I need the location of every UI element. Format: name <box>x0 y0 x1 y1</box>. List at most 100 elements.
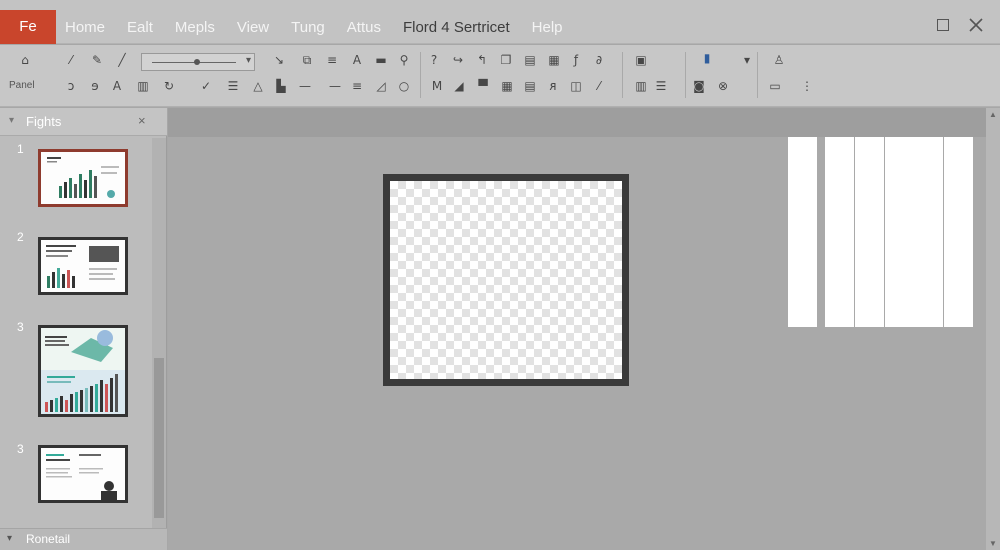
menu-item-tung[interactable]: Tung <box>291 19 325 36</box>
slides-pane: ▾ Fights × 1 2 3 3 ▾ Ronetail <box>0 108 167 550</box>
frame-icon[interactable]: ▣ <box>634 53 648 67</box>
grid-icon[interactable]: ▦ <box>547 53 561 67</box>
slides-pane-title: Fights <box>26 114 62 129</box>
scroll-down-icon[interactable]: ▼ <box>989 539 997 548</box>
shape-icon[interactable]: △ <box>251 79 265 93</box>
slides-pane-header: ▾ Fights × <box>0 108 167 136</box>
pencil-icon[interactable]: ✎ <box>90 53 104 67</box>
slides-pane-footer: ▾ Ronetail <box>0 528 167 550</box>
table2-icon[interactable]: ▦ <box>500 79 514 93</box>
slider-thumb[interactable] <box>194 59 200 65</box>
undo-icon[interactable]: ↄ <box>64 79 78 93</box>
chart-icon[interactable]: ▥ <box>136 79 150 93</box>
font-size-slider[interactable]: ▾ <box>141 53 255 71</box>
align-icon[interactable]: ☰ <box>226 79 240 93</box>
list-icon[interactable]: ≡ <box>325 53 339 67</box>
more-icon[interactable]: ⋮ <box>800 79 814 93</box>
link-icon[interactable]: ∂ <box>592 53 606 67</box>
question-icon[interactable]: ? <box>427 53 441 67</box>
menu-item-help[interactable]: Help <box>532 19 563 36</box>
menu-icon[interactable]: ≡ <box>350 79 364 93</box>
white-bar <box>914 137 943 327</box>
menu-bar: Fe Home Ealt Mepls View Tung Attus Flord… <box>0 0 1000 44</box>
slide-thumbnail-3[interactable] <box>38 325 128 417</box>
line-icon[interactable]: ╱ <box>115 53 129 67</box>
ribbon-divider <box>420 52 421 98</box>
layers-icon[interactable]: ⧉ <box>300 53 314 67</box>
slides-pane-footer-label: Ronetail <box>26 532 71 546</box>
chevron-down-icon[interactable]: ▾ <box>7 533 12 544</box>
target-icon[interactable]: ⊗ <box>716 79 730 93</box>
transparent-image-placeholder[interactable] <box>383 174 629 386</box>
slide-number: 1 <box>17 142 24 156</box>
calendar-icon[interactable]: ▭ <box>768 79 782 93</box>
close-icon[interactable]: × <box>138 113 146 128</box>
paint-bucket-icon[interactable]: ⌂ <box>18 53 32 67</box>
check-icon[interactable]: ✓ <box>199 79 213 93</box>
file-tab[interactable]: Fe <box>0 10 56 44</box>
redo-icon[interactable]: ↪ <box>451 53 465 67</box>
minus-icon[interactable]: ▬ <box>374 53 388 67</box>
maximize-button[interactable] <box>933 14 955 36</box>
slide-2-preview <box>46 245 119 288</box>
pen-icon[interactable]: ⁄ <box>64 53 78 67</box>
copy-icon[interactable]: ❐ <box>499 53 513 67</box>
triangle-icon[interactable]: ◿ <box>374 79 388 93</box>
menu-item-edit[interactable]: Ealt <box>127 19 153 36</box>
arrow-icon[interactable]: ɘ <box>88 79 102 93</box>
list2-icon[interactable]: ▤ <box>523 79 537 93</box>
search2-icon[interactable]: ᴙ <box>546 79 560 93</box>
slide-thumbnail-4[interactable] <box>38 445 128 503</box>
ribbon-divider <box>757 52 758 98</box>
canvas-scrollbar[interactable]: ▲ ▼ <box>986 108 1000 550</box>
slide-canvas[interactable]: ▲ ▼ <box>168 108 1000 550</box>
search-icon[interactable]: ⚲ <box>397 53 411 67</box>
menu-item-maps[interactable]: Mepls <box>175 19 215 36</box>
menu-item-attus[interactable]: Attus <box>347 19 381 36</box>
text-style-icon[interactable]: A <box>350 53 364 67</box>
chevron-down-icon[interactable]: ▾ <box>246 55 251 66</box>
slide-number: 3 <box>17 442 24 456</box>
rotate-icon[interactable]: ↻ <box>162 79 176 93</box>
mask-icon[interactable]: M <box>430 79 444 93</box>
dash-icon[interactable]: — <box>298 79 312 93</box>
white-bar <box>855 137 884 327</box>
paragraph-icon[interactable]: ☰ <box>654 79 668 93</box>
user-icon[interactable]: ♙ <box>772 53 786 67</box>
slides-pane-scrollbar[interactable] <box>152 138 166 528</box>
columns-icon[interactable]: ▥ <box>634 79 648 93</box>
function-icon[interactable]: ƒ <box>569 53 583 67</box>
ribbon-divider <box>622 52 623 98</box>
line-weight-icon[interactable]: — <box>328 79 342 93</box>
document-icon[interactable]: ▮ <box>700 51 714 65</box>
scroll-up-icon[interactable]: ▲ <box>989 110 997 119</box>
chevron-down-icon[interactable]: ▾ <box>740 53 754 67</box>
chevron-down-icon[interactable]: ▾ <box>9 115 14 126</box>
scrollbar-thumb[interactable] <box>154 358 164 518</box>
table-icon[interactable]: ▤ <box>523 53 537 67</box>
close-icon <box>969 18 983 32</box>
font-icon[interactable]: A <box>110 79 124 93</box>
fill-icon[interactable]: ▙ <box>274 79 288 93</box>
slide-thumbnail-2[interactable] <box>38 237 128 295</box>
white-bar <box>788 137 817 327</box>
brush-icon[interactable]: ⁄ <box>592 79 606 93</box>
white-bar <box>885 137 914 327</box>
comment-icon[interactable]: ▀ <box>476 79 490 93</box>
hook-icon[interactable]: ↰ <box>475 53 489 67</box>
ribbon-group-label: Panel <box>9 80 35 91</box>
slide-thumbnail-1[interactable] <box>38 149 128 207</box>
menu-item-view[interactable]: View <box>237 19 269 36</box>
menu-item-home[interactable]: Home <box>65 19 105 36</box>
circle-icon[interactable]: ○ <box>397 79 411 93</box>
close-window-button[interactable] <box>965 14 987 36</box>
bookmark-icon[interactable]: ◢ <box>452 79 466 93</box>
menu-items: Home Ealt Mepls View Tung Attus Flord 4 … <box>62 10 582 44</box>
slide-thumbnails: 1 2 3 3 <box>0 137 152 531</box>
camera-icon[interactable]: ◙ <box>692 79 706 93</box>
cursor-icon[interactable]: ↘ <box>272 53 286 67</box>
menu-item-format[interactable]: Flord 4 Sertricet <box>403 19 510 36</box>
slide-4-preview <box>46 454 117 500</box>
gallery-icon[interactable]: ◫ <box>569 79 583 93</box>
slide-1-preview <box>47 157 119 198</box>
